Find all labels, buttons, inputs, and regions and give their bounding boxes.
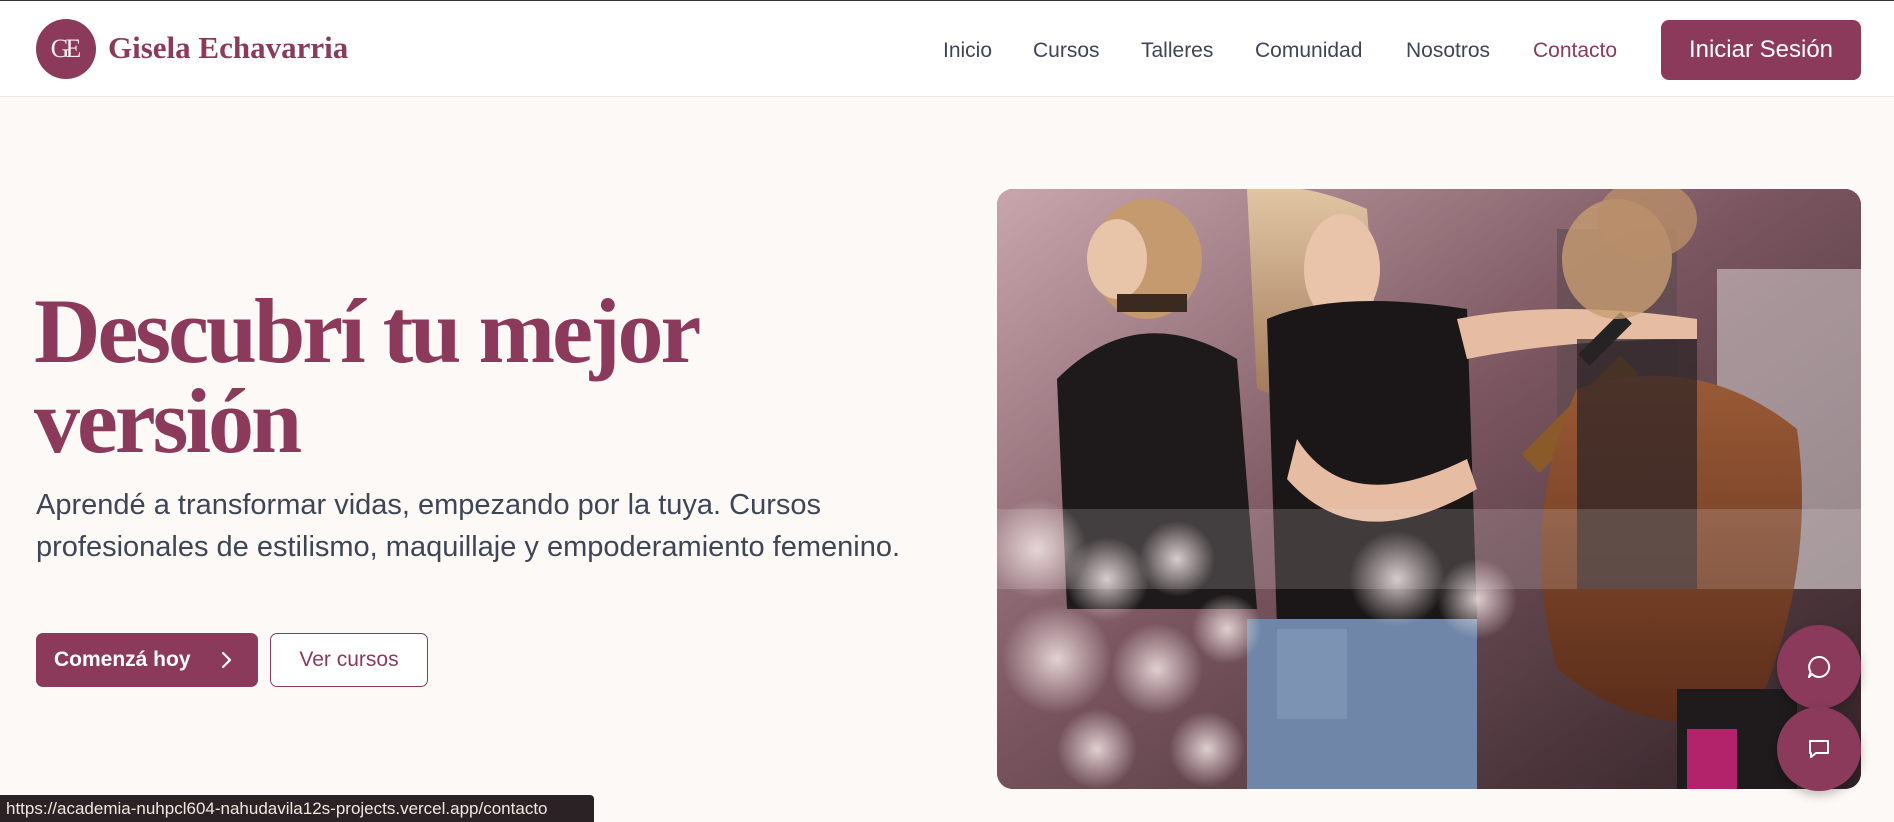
chat-open-button[interactable] (1777, 625, 1861, 709)
logo-initials: GE (50, 34, 82, 63)
chat-message-button[interactable] (1777, 707, 1861, 791)
login-button[interactable]: Iniciar Sesión (1661, 20, 1861, 80)
hero-title: Descubrí tu mejor versión (34, 280, 700, 472)
start-today-label: Comenzá hoy (54, 648, 191, 671)
nav-item-contacto[interactable]: Contacto (1533, 37, 1617, 65)
chevron-right-icon (221, 651, 232, 669)
view-courses-button[interactable]: Ver cursos (270, 633, 428, 687)
nav-item-cursos[interactable]: Cursos (1033, 37, 1100, 65)
hero-photo (997, 189, 1861, 789)
link-status-bar: https://academia-nuhpcl604-nahudavila12s… (0, 795, 594, 822)
logo-icon[interactable]: GE (36, 19, 96, 79)
nav-item-talleres[interactable]: Talleres (1141, 37, 1213, 65)
chat-bubble-square-icon (1809, 740, 1829, 758)
hairstylist-photo-illustration (997, 189, 1861, 789)
chat-bubble-round-icon (1808, 655, 1831, 678)
start-today-button[interactable]: Comenzá hoy (36, 633, 258, 687)
nav-item-inicio[interactable]: Inicio (943, 37, 992, 65)
site-header: GE Gisela Echavarria Inicio Cursos Talle… (0, 1, 1894, 97)
nav-item-comunidad[interactable]: Comunidad (1255, 37, 1362, 65)
hero-subtitle: Aprendé a transformar vidas, empezando p… (36, 489, 901, 563)
brand-name[interactable]: Gisela Echavarria (108, 28, 348, 68)
nav-item-nosotros[interactable]: Nosotros (1406, 37, 1490, 65)
